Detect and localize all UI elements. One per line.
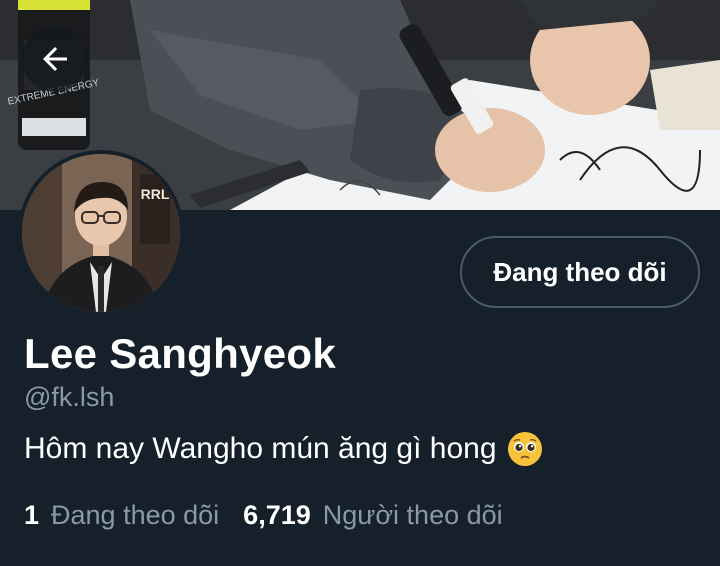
- following-button[interactable]: Đang theo dõi: [460, 236, 700, 308]
- following-label: Đang theo dõi: [51, 500, 220, 530]
- neon-sign-text: RRL: [141, 186, 170, 202]
- followers-label: Người theo dõi: [322, 500, 503, 530]
- avatar[interactable]: RRL: [18, 150, 184, 316]
- followers-stat[interactable]: 6,719 Người theo dõi: [243, 500, 502, 531]
- pleading-face-icon: [507, 432, 542, 466]
- bio-text: Hôm nay Wangho mún ăng gì hong: [24, 432, 497, 465]
- following-count: 1: [24, 500, 40, 530]
- avatar-image: RRL: [22, 154, 180, 312]
- user-handle: @fk.lsh: [24, 382, 115, 412]
- followers-count: 6,719: [243, 500, 311, 530]
- back-button[interactable]: [22, 26, 88, 92]
- following-stat[interactable]: 1 Đang theo dõi: [24, 500, 219, 531]
- follow-stats: 1 Đang theo dõi 6,719 Người theo dõi: [24, 500, 527, 531]
- display-name: Lee Sanghyeok: [24, 330, 337, 377]
- profile-bio: Hôm nay Wangho mún ăng gì hong: [24, 431, 543, 467]
- arrow-left-icon: [43, 47, 67, 71]
